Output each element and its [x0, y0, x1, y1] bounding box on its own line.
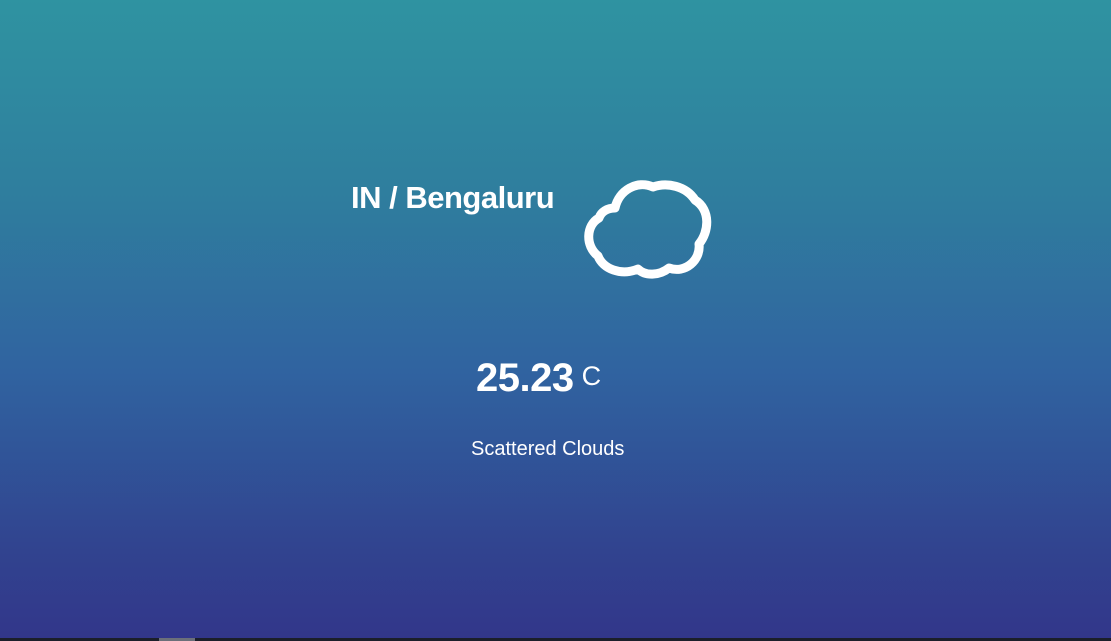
weather-app: IN / Bengaluru 25.23 C Scattered Clouds: [0, 0, 1111, 641]
temperature-unit: C: [581, 361, 602, 391]
temperature-value: 25.23: [476, 356, 574, 400]
weather-description: Scattered Clouds: [471, 438, 625, 460]
temperature-display: 25.23 C: [476, 356, 601, 401]
cloud-icon: [583, 172, 713, 280]
location-title: IN / Bengaluru: [351, 180, 555, 215]
